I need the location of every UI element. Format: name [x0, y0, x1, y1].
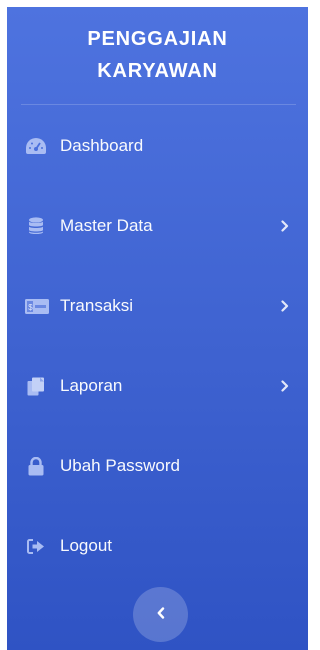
- chevron-right-icon: [280, 219, 290, 233]
- sidebar-item-label: Laporan: [60, 376, 123, 395]
- sidebar-item-logout[interactable]: Logout: [7, 526, 308, 566]
- sidebar-divider: [21, 104, 296, 105]
- sidebar-item-ubah-password[interactable]: Ubah Password: [7, 446, 308, 486]
- sidebar-item-label: Dashboard: [60, 136, 144, 155]
- sidebar-item-transaksi[interactable]: $ Transaksi: [7, 286, 308, 326]
- sidebar-brand[interactable]: PENGGAJIAN KARYAWAN: [7, 23, 308, 87]
- brand-line-1: PENGGAJIAN: [87, 28, 228, 50]
- sidebar-item-laporan[interactable]: Laporan: [7, 366, 308, 406]
- dashboard-gauge-icon: [25, 135, 47, 157]
- sidebar-item-dashboard[interactable]: Dashboard: [7, 126, 308, 166]
- sidebar-item-master-data[interactable]: Master Data: [7, 206, 308, 246]
- chevron-right-icon: [280, 379, 290, 393]
- sidebar-item-label: Transaksi: [60, 296, 134, 315]
- chevron-right-icon: [280, 299, 290, 313]
- sidebar-item-label: Master Data: [60, 216, 153, 235]
- sidebar: PENGGAJIAN KARYAWAN Dashboard Master Dat…: [7, 7, 308, 650]
- money-bill-icon: $: [24, 295, 50, 317]
- copy-files-icon: [25, 375, 47, 397]
- sidebar-item-label: Ubah Password: [60, 456, 181, 475]
- database-icon: [25, 215, 47, 237]
- sidebar-toggle-button[interactable]: [133, 587, 188, 642]
- sign-out-icon: [25, 535, 47, 557]
- sidebar-item-label: Logout: [60, 536, 112, 555]
- brand-line-2: KARYAWAN: [97, 60, 218, 82]
- chevron-left-icon: [157, 606, 165, 624]
- svg-text:$: $: [28, 303, 33, 312]
- lock-icon: [25, 455, 47, 477]
